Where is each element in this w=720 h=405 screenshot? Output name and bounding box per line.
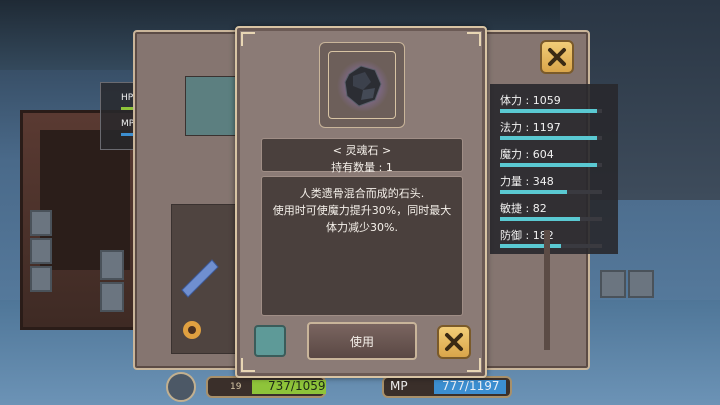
dialog-corner bbox=[467, 32, 481, 46]
equipment-display bbox=[171, 204, 241, 354]
hud-mp-bar: MP 777/1197 bbox=[382, 376, 512, 398]
stats-scrollbar[interactable] bbox=[544, 230, 550, 350]
sword-icon bbox=[181, 259, 219, 339]
use-button[interactable]: 使用 bbox=[307, 322, 417, 360]
close-panel-button[interactable] bbox=[540, 40, 574, 74]
stat-strength-bar bbox=[500, 190, 602, 194]
dialog-corner bbox=[467, 358, 481, 372]
scene-stone bbox=[100, 250, 124, 280]
dialog-corner bbox=[241, 358, 255, 372]
scene-stone bbox=[30, 238, 52, 264]
item-name: < 灵魂石 > bbox=[332, 144, 392, 157]
stat-hp: 体力 : 1059 bbox=[500, 94, 561, 107]
scene-stone bbox=[100, 282, 124, 312]
hud-mp-label: MP bbox=[390, 379, 408, 393]
scene-room-interior bbox=[40, 130, 130, 270]
close-icon bbox=[445, 333, 463, 351]
soul-stone-icon bbox=[337, 60, 389, 112]
gear-icon[interactable] bbox=[166, 372, 196, 402]
scene-stone bbox=[30, 266, 52, 292]
stat-mp: 法力 : 1197 bbox=[500, 121, 561, 134]
stats-box: 体力 : 1059 法力 : 1197 魔力 : 604 力量 : 348 敏捷… bbox=[490, 84, 618, 254]
item-select-checkbox[interactable] bbox=[254, 325, 286, 357]
item-quantity: 持有数量 : 1 bbox=[331, 161, 393, 174]
stat-agility: 敏捷 : 82 bbox=[500, 202, 547, 215]
hud-hp-bar: 19 737/1059 bbox=[206, 376, 326, 398]
scene-stone bbox=[600, 270, 626, 298]
stat-magic: 魔力 : 604 bbox=[500, 148, 554, 161]
scene-stone bbox=[30, 210, 52, 236]
description-line: 体力减少30%. bbox=[326, 221, 398, 234]
description-line: 人类遗骨混合而成的石头. bbox=[299, 187, 425, 200]
dialog-corner bbox=[241, 32, 255, 46]
scene-stone bbox=[628, 270, 654, 298]
close-dialog-button[interactable] bbox=[437, 325, 471, 359]
stat-hp-bar bbox=[500, 109, 602, 113]
stat-magic-bar bbox=[500, 163, 602, 167]
item-description: 人类遗骨混合而成的石头. 使用时可使魔力提升30%，同时最大 体力减少30%. bbox=[261, 176, 463, 316]
stat-mp-bar bbox=[500, 136, 602, 140]
close-icon bbox=[548, 48, 566, 66]
stat-agility-bar bbox=[500, 217, 602, 221]
item-image-frame bbox=[319, 42, 405, 128]
hud-level: 19 bbox=[230, 382, 242, 392]
item-dialog: < 灵魂石 > 持有数量 : 1 人类遗骨混合而成的石头. 使用时可使魔力提升3… bbox=[235, 26, 487, 378]
item-name-box: < 灵魂石 > 持有数量 : 1 bbox=[261, 138, 463, 174]
hud-mp-value: 777/1197 bbox=[442, 379, 500, 393]
stat-strength: 力量 : 348 bbox=[500, 175, 554, 188]
description-line: 使用时可使魔力提升30%，同时最大 bbox=[272, 204, 452, 217]
stat-defense-bar bbox=[500, 244, 602, 248]
hud-hp-value: 737/1059 bbox=[268, 379, 326, 393]
